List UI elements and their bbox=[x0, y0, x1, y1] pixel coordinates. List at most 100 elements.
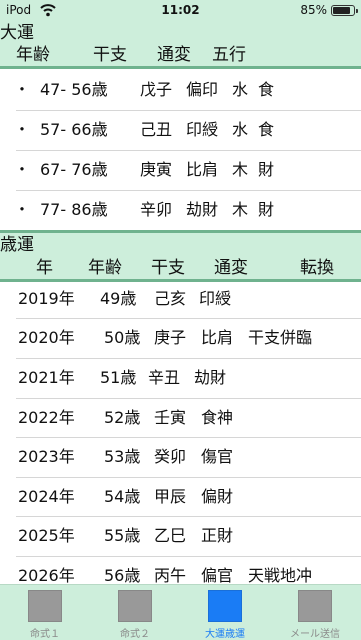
gogyo: 木 bbox=[232, 160, 249, 179]
tab-label: 命式２ bbox=[120, 629, 150, 640]
tsuhen: 劫財 bbox=[186, 200, 219, 219]
major-col-tsuhen: 通変 bbox=[157, 45, 191, 65]
note-cell: 天戦地冲 bbox=[248, 566, 313, 585]
table-row[interactable]: 2021年 51歳 辛丑 劫財 bbox=[0, 359, 361, 398]
bullet: ・ bbox=[14, 160, 31, 179]
placeholder-square-icon bbox=[28, 590, 62, 622]
tsuhen-cell: 比肩 bbox=[201, 328, 234, 347]
kanshi-cell: 甲辰 bbox=[154, 487, 187, 506]
major-luck-header: 大運 年齢 干支 通変 五行 bbox=[0, 22, 361, 66]
age-range: 57- 66歳 bbox=[40, 120, 108, 139]
kanshi: 辛卯 bbox=[140, 200, 173, 219]
tsuhen: 偏印 bbox=[186, 80, 219, 99]
gogyo: 木 bbox=[232, 200, 249, 219]
major-col-kanshi: 干支 bbox=[93, 45, 127, 65]
kanshi: 戊子 bbox=[140, 80, 173, 99]
age-cell: 50歳 bbox=[104, 328, 141, 347]
placeholder-square-icon bbox=[118, 590, 152, 622]
yearly-col-tenkan: 転換 bbox=[300, 258, 334, 278]
year-cell: 2021年 bbox=[18, 368, 75, 387]
year-cell: 2023年 bbox=[18, 447, 75, 466]
tsuhen-cell: 正財 bbox=[201, 526, 234, 545]
tsuhen-cell: 偏財 bbox=[201, 487, 234, 506]
tsuhen-cell: 食神 bbox=[201, 408, 234, 427]
tsuhen-cell: 偏官 bbox=[201, 566, 234, 585]
age-cell: 52歳 bbox=[104, 408, 141, 427]
age-cell: 53歳 bbox=[104, 447, 141, 466]
tab-mail-send[interactable]: メール送信 bbox=[270, 585, 360, 640]
placeholder-square-icon bbox=[208, 590, 242, 622]
tsuhen: 印綬 bbox=[186, 120, 219, 139]
bullet: ・ bbox=[14, 80, 31, 99]
year-cell: 2020年 bbox=[18, 328, 75, 347]
tsuhen-cell: 印綬 bbox=[199, 289, 232, 308]
year-cell: 2026年 bbox=[18, 566, 75, 585]
age-cell: 56歳 bbox=[104, 566, 141, 585]
yearly-luck-title: 歳運 bbox=[0, 235, 34, 255]
kanshi: 己丑 bbox=[140, 120, 173, 139]
age-range: 47- 56歳 bbox=[40, 80, 108, 99]
yearly-col-tsuhen: 通変 bbox=[214, 258, 248, 278]
table-row[interactable]: 2023年 53歳 癸卯 傷官 bbox=[0, 438, 361, 477]
yearly-col-kanshi: 干支 bbox=[151, 258, 185, 278]
table-row[interactable]: 2020年 50歳 庚子 比肩 干支併臨 bbox=[0, 319, 361, 358]
age-range: 77- 86歳 bbox=[40, 200, 108, 219]
year-cell: 2019年 bbox=[18, 289, 75, 308]
kanshi-cell: 乙巳 bbox=[154, 526, 187, 545]
list-item[interactable]: ・ 67- 76歳 庚寅 比肩 木 財 bbox=[0, 151, 361, 190]
bullet: ・ bbox=[14, 200, 31, 219]
yearly-col-year: 年 bbox=[36, 258, 53, 278]
status-bar: iPod 11:02 85% bbox=[0, 0, 361, 22]
tab-label: メール送信 bbox=[290, 629, 340, 640]
major-header-divider bbox=[0, 66, 361, 69]
kanshi-cell: 丙午 bbox=[154, 566, 187, 585]
table-row[interactable]: 2022年 52歳 壬寅 食神 bbox=[0, 399, 361, 438]
table-row[interactable]: 2025年 55歳 乙巳 正財 bbox=[0, 517, 361, 556]
kanshi-cell: 壬寅 bbox=[154, 408, 187, 427]
extra: 食 bbox=[258, 120, 275, 139]
kanshi-cell: 己亥 bbox=[154, 289, 187, 308]
table-row[interactable]: 2024年 54歳 甲辰 偏財 bbox=[0, 478, 361, 517]
table-row[interactable]: 2026年 56歳 丙午 偏官 天戦地冲 bbox=[0, 557, 361, 585]
tsuhen-cell: 傷官 bbox=[201, 447, 234, 466]
age-cell: 49歳 bbox=[100, 289, 137, 308]
tab-taiun-saiun[interactable]: 大運歳運 bbox=[180, 585, 270, 640]
list-item[interactable]: ・ 77- 86歳 辛卯 劫財 木 財 bbox=[0, 191, 361, 230]
table-row[interactable]: 2019年 49歳 己亥 印綬 bbox=[0, 280, 361, 319]
kanshi-cell: 癸卯 bbox=[154, 447, 187, 466]
major-luck-title: 大運 bbox=[0, 23, 34, 43]
gogyo: 水 bbox=[232, 120, 249, 139]
tab-meishiki-2[interactable]: 命式２ bbox=[90, 585, 180, 640]
bullet: ・ bbox=[14, 120, 31, 139]
extra: 食 bbox=[258, 80, 275, 99]
gogyo: 水 bbox=[232, 80, 249, 99]
extra: 財 bbox=[258, 160, 275, 179]
age-cell: 54歳 bbox=[104, 487, 141, 506]
year-cell: 2024年 bbox=[18, 487, 75, 506]
list-item[interactable]: ・ 57- 66歳 己丑 印綬 水 食 bbox=[0, 111, 361, 150]
kanshi-cell: 庚子 bbox=[154, 328, 187, 347]
yearly-col-age: 年齢 bbox=[88, 258, 122, 278]
tab-meishiki-1[interactable]: 命式１ bbox=[0, 585, 90, 640]
extra: 財 bbox=[258, 200, 275, 219]
age-cell: 55歳 bbox=[104, 526, 141, 545]
battery-percent: 85% bbox=[300, 3, 327, 17]
kanshi-cell: 辛丑 bbox=[148, 368, 181, 387]
age-range: 67- 76歳 bbox=[40, 160, 108, 179]
placeholder-square-icon bbox=[298, 590, 332, 622]
tab-label: 命式１ bbox=[30, 629, 60, 640]
note-cell: 干支併臨 bbox=[248, 328, 313, 347]
battery-icon bbox=[331, 5, 358, 16]
age-cell: 51歳 bbox=[100, 368, 137, 387]
tab-bar: 命式１ 命式２ 大運歳運 メール送信 bbox=[0, 584, 361, 640]
tab-label: 大運歳運 bbox=[205, 629, 245, 640]
kanshi: 庚寅 bbox=[140, 160, 173, 179]
year-cell: 2025年 bbox=[18, 526, 75, 545]
major-col-gogyo: 五行 bbox=[212, 45, 246, 65]
tsuhen: 比肩 bbox=[186, 160, 219, 179]
list-item[interactable]: ・ 47- 56歳 戊子 偏印 水 食 bbox=[0, 71, 361, 110]
year-cell: 2022年 bbox=[18, 408, 75, 427]
major-col-age: 年齢 bbox=[16, 45, 50, 65]
yearly-luck-header: 歳運 年 年齢 干支 通変 転換 bbox=[0, 233, 361, 279]
tsuhen-cell: 劫財 bbox=[194, 368, 227, 387]
